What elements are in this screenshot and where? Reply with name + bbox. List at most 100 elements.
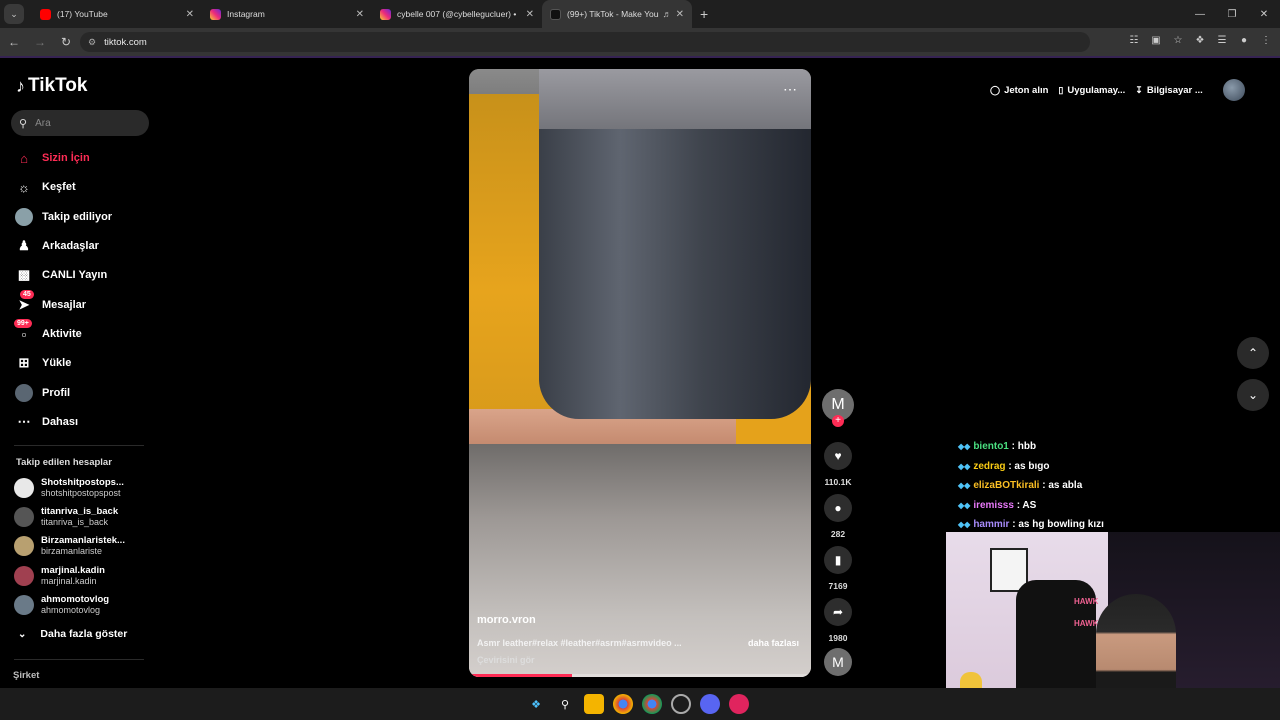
video-options-icon[interactable]: ⋯: [783, 81, 797, 98]
account-handle: shotshitpostopspost: [41, 488, 121, 498]
browser-tab-tiktok[interactable]: (99+) TikTok - Make Your Da ♬ ✕: [542, 0, 692, 28]
followed-account[interactable]: marjinal.kadin marjinal.kadin: [14, 565, 105, 587]
chrome-icon[interactable]: [613, 694, 633, 714]
app-icon[interactable]: [671, 694, 691, 714]
reload-icon[interactable]: ↻: [54, 35, 78, 49]
video-progress-bar[interactable]: [469, 674, 811, 677]
address-bar[interactable]: ⚙ tiktok.com: [80, 32, 1090, 52]
desktop-app-button[interactable]: ↧ Bilgisayar ...: [1135, 85, 1203, 96]
chat-text: : as bıgo: [1008, 460, 1050, 472]
heart-icon: ♥: [834, 449, 842, 463]
app-icon[interactable]: [729, 694, 749, 714]
avatar: [14, 478, 34, 498]
close-tab-icon[interactable]: ✕: [356, 9, 364, 20]
cast-icon[interactable]: ▣: [1148, 32, 1164, 50]
get-app-button[interactable]: ▯ Uygulamay...: [1058, 85, 1125, 96]
message-icon: ➤ 45: [14, 290, 34, 315]
followed-account[interactable]: ahmomotovlog ahmomotovlog: [14, 594, 109, 616]
sidebar-item-label: Sizin İçin: [42, 152, 90, 164]
chat-username: hammir: [973, 519, 1010, 531]
discord-icon[interactable]: [700, 694, 720, 714]
browser-menu-icon[interactable]: ⋮: [1258, 32, 1274, 50]
previous-video-button[interactable]: ⌃: [1237, 337, 1269, 369]
close-tab-icon[interactable]: ✕: [526, 9, 534, 20]
get-coins-button[interactable]: ◯ Jeton alın: [990, 85, 1048, 96]
close-tab-icon[interactable]: ✕: [676, 9, 684, 20]
see-translation-link[interactable]: Çevirisini gör: [477, 655, 535, 665]
close-window-icon[interactable]: ✕: [1248, 9, 1280, 20]
sidebar: ♪ TikTok ⚲ Ara ⌂ Sizin İçin ☼ Keşfet Tak…: [0, 58, 160, 688]
chat-text: : as hg bowling kızı: [1012, 519, 1104, 531]
home-icon: ⌂: [20, 150, 28, 166]
company-link[interactable]: Şirket: [13, 670, 39, 681]
windows-start-icon[interactable]: ❖: [526, 694, 546, 714]
see-more-link[interactable]: daha fazlası: [748, 638, 799, 648]
extensions-icon[interactable]: ❖: [1192, 32, 1208, 50]
sidebar-item-profile[interactable]: Profil: [14, 383, 70, 403]
music-disc-avatar[interactable]: M: [824, 648, 852, 676]
get-coins-label: Jeton alın: [1004, 84, 1049, 96]
phone-icon: ▯: [1058, 84, 1064, 95]
file-explorer-icon[interactable]: [584, 694, 604, 714]
site-info-icon[interactable]: ⚙: [88, 37, 96, 48]
minimize-icon[interactable]: —: [1184, 9, 1216, 20]
followed-account[interactable]: Shotshitpostops... shotshitpostopspost: [14, 477, 124, 499]
top-right-actions: ◯ Jeton alın ▯ Uygulamay... ↧ Bilgisayar ..…: [990, 77, 1245, 103]
sidebar-item-more[interactable]: ⋯ Dahası: [14, 412, 79, 432]
tab-title: (17) YouTube: [57, 9, 108, 19]
share-button[interactable]: ➦: [824, 598, 852, 626]
browser-toolbar: ← → ↻ ⚙ tiktok.com ☷ ▣ ☆ ❖ ☰ ● ⋮: [0, 28, 1280, 56]
browser-tab-instagram[interactable]: Instagram ✕: [202, 0, 372, 28]
followed-account[interactable]: titanriva_is_back titanriva_is_back: [14, 506, 118, 528]
chrome-icon[interactable]: [642, 694, 662, 714]
toolbar-divider: [0, 56, 1280, 58]
like-button[interactable]: ♥: [824, 442, 852, 470]
user-avatar[interactable]: [1222, 79, 1245, 101]
profile-icon[interactable]: ●: [1236, 32, 1252, 50]
back-icon[interactable]: ←: [2, 35, 26, 49]
tab-search-button[interactable]: ⌄: [4, 4, 24, 24]
search-icon[interactable]: ⚲: [555, 694, 575, 714]
close-tab-icon[interactable]: ✕: [186, 9, 194, 20]
tab-title: Instagram: [227, 9, 265, 19]
sidebar-item-explore[interactable]: ☼ Keşfet: [14, 177, 76, 197]
followed-account[interactable]: Birzamanlaristek... birzamanlariste: [14, 535, 125, 557]
forward-icon[interactable]: →: [28, 35, 52, 49]
media-control-icon[interactable]: ☰: [1214, 32, 1230, 50]
sidebar-item-messages[interactable]: ➤ 45 Mesajlar: [14, 290, 86, 315]
chat-message: ◆◆ zedrag : as bıgo: [958, 457, 1104, 477]
show-more-accounts-button[interactable]: ⌄ Daha fazla göster: [18, 628, 127, 640]
sidebar-item-following[interactable]: Takip ediliyor: [14, 207, 112, 227]
tab-title: cybelle 007 (@cybellegucluer) •: [397, 9, 517, 19]
sidebar-item-live[interactable]: ▩ CANLI Yayın: [14, 265, 107, 285]
browser-tab-youtube[interactable]: (17) YouTube ✕: [32, 0, 202, 28]
sidebar-item-activity[interactable]: ▫ 99+ Aktivite: [14, 319, 82, 344]
sidebar-item-friends[interactable]: ♟ Arkadaşlar: [14, 236, 99, 256]
avatar: [14, 566, 34, 586]
account-handle: birzamanlariste: [41, 546, 103, 556]
restore-icon[interactable]: ❐: [1216, 9, 1248, 20]
url-text: tiktok.com: [104, 36, 147, 48]
search-input[interactable]: ⚲ Ara: [11, 110, 149, 136]
chat-badge-icon: ◆◆: [958, 500, 971, 510]
save-button[interactable]: ▮: [824, 546, 852, 574]
sidebar-item-upload[interactable]: ⊞ Yükle: [14, 353, 72, 373]
video-author[interactable]: morro.vron: [477, 614, 536, 626]
avatar: [14, 595, 34, 615]
video-player[interactable]: ⋯ morro.vron Asmr leather#relax #leather…: [469, 69, 811, 677]
bookmark-star-icon[interactable]: ☆: [1170, 32, 1186, 50]
video-progress-fill: [469, 674, 572, 677]
avatar: [14, 507, 34, 527]
translate-icon[interactable]: ☷: [1126, 32, 1142, 50]
next-video-button[interactable]: ⌄: [1237, 379, 1269, 411]
chat-text: : as abla: [1042, 480, 1083, 492]
tiktok-logo[interactable]: ♪ TikTok: [16, 75, 87, 97]
speaker-icon[interactable]: ♬: [663, 9, 672, 19]
chevron-down-icon: ⌄: [1247, 388, 1259, 402]
browser-tab-instagram-profile[interactable]: cybelle 007 (@cybellegucluer) • ✕: [372, 0, 542, 28]
new-tab-button[interactable]: +: [700, 6, 708, 22]
sidebar-item-for-you[interactable]: ⌂ Sizin İçin: [14, 148, 90, 168]
comment-button[interactable]: ●: [824, 494, 852, 522]
get-app-label: Uygulamay...: [1067, 84, 1126, 96]
follow-plus-icon[interactable]: +: [832, 415, 844, 427]
